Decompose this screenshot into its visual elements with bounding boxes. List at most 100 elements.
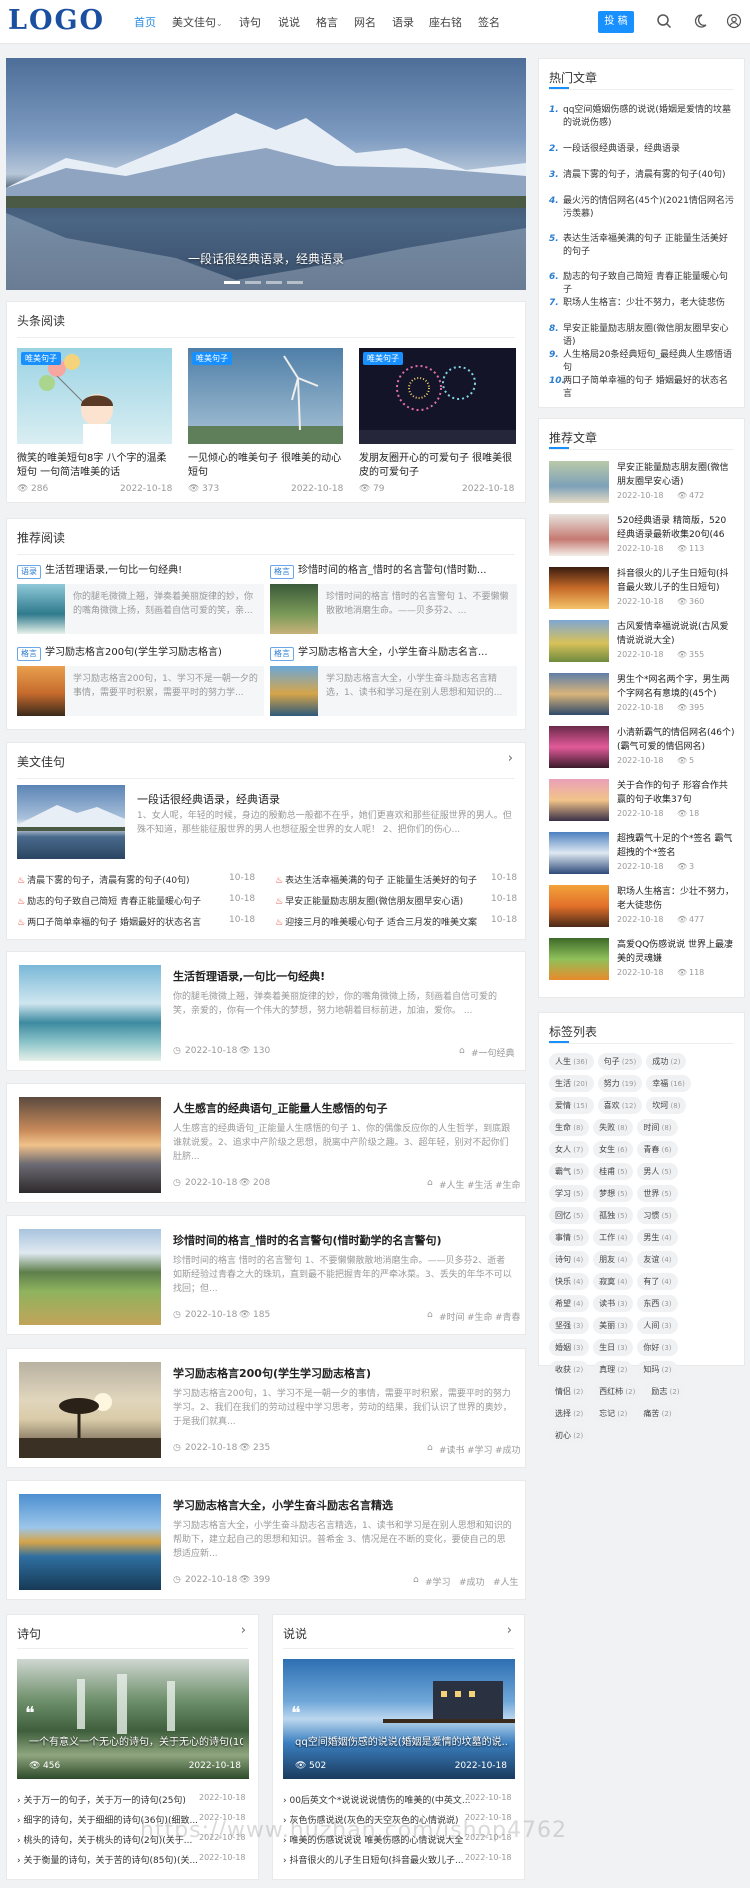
tag-pill[interactable]: 情侣 (2) (549, 1383, 590, 1400)
article-tag[interactable]: #人生 (493, 1575, 519, 1588)
tag-pill[interactable]: 努力 (19) (597, 1075, 643, 1092)
article-card[interactable]: 学习励志格言200句(学生学习励志格言) 学习励志格言200句，1、学习不是一朝… (6, 1348, 526, 1468)
recommended-read-item[interactable]: 语录 生活哲理语录,一句比一句经典! 你的腿毛微微上翘，弹奏着美丽旋律的妙，你的… (17, 564, 264, 640)
feature-title[interactable]: 一个有意义一个无心的诗句，关于无心的诗句(10... (29, 1733, 243, 1748)
hot-article-item[interactable]: 1. qq空间婚姻伤感的说说(婚姻是爱情的坟墓的说说伤感) (549, 104, 734, 132)
article-tag[interactable]: #生命 (467, 1310, 493, 1323)
nav-meiwen[interactable]: 美文佳句⌄ (172, 14, 223, 30)
article-tag[interactable]: #生活 (467, 1178, 493, 1191)
tag-pill[interactable]: 你好 (3) (637, 1339, 678, 1356)
article-thumb[interactable] (19, 1362, 161, 1458)
chevron-right-icon[interactable]: › (241, 1623, 246, 1638)
tag-pill[interactable]: 快乐 (4) (549, 1273, 590, 1290)
article-card[interactable]: 珍惜时间的格言_惜时的名言警句(惜时勤学的名言警句) 珍惜时间的格言 惜时的名言… (6, 1215, 526, 1335)
tag-pill[interactable]: 希望 (4) (549, 1295, 590, 1312)
tag-pill[interactable]: 工作 (4) (593, 1229, 634, 1246)
tag-pill[interactable]: 事情 (5) (549, 1229, 590, 1246)
nav-poetry[interactable]: 诗句 (239, 14, 261, 30)
list-item[interactable]: ♨ 表达生活幸福美满的句子 正能量生活美好的句子 (275, 873, 477, 886)
tag-pill[interactable]: 寂寞 (4) (593, 1273, 634, 1290)
hot-article-item[interactable]: 10. 两口子简单幸福的句子 婚姻最好的状态名言 (549, 375, 734, 399)
tag-pill[interactable]: 生命 (8) (549, 1119, 590, 1136)
carousel-dot[interactable] (266, 281, 282, 284)
tag-pill[interactable]: 桂甫 (5) (593, 1163, 634, 1180)
recommend-article-item[interactable]: 关于合作的句子 形容合作共赢的句子收集37句 2022-10-18 👁 18 (549, 779, 734, 821)
tag-pill[interactable]: 人间 (3) (637, 1317, 678, 1334)
category-badge[interactable]: 唯美句子 (363, 352, 403, 365)
article-card[interactable]: 学习励志格言大全，小学生奋斗励志名言精选 学习励志格言大全，小学生奋斗励志名言精… (6, 1480, 526, 1600)
poetry-feature-image[interactable]: ❝ 一个有意义一个无心的诗句，关于无心的诗句(10... 👁 456 2022-… (17, 1659, 249, 1779)
recommend-article-item[interactable]: 早安正能量励志朋友圈(微信朋友圈早安心语) 2022-10-18 👁 472 (549, 461, 734, 503)
nav-maxim[interactable]: 座右铭 (429, 14, 462, 30)
article-tag[interactable]: #成功 (495, 1443, 521, 1456)
recommended-read-item[interactable]: 格言 珍惜时间的格言_惜时的名言警句(惜时勤... 珍惜时间的格言 惜时的名言警… (270, 564, 517, 640)
recommend-article-item[interactable]: 抖音很火的儿子生日短句(抖音最火致儿子的生日短句) 2022-10-18 👁 3… (549, 567, 734, 609)
shuoshuo-feature-image[interactable]: ❝ qq空间婚姻伤感的说说(婚姻是爱情的坟墓的说... 👁 502 2022-1… (283, 1659, 515, 1779)
tag-pill[interactable]: 成功 (2) (646, 1053, 687, 1070)
hot-article-item[interactable]: 8. 早安正能量励志朋友圈(微信朋友圈早安心语) (549, 323, 734, 347)
chevron-right-icon[interactable]: › (507, 1623, 512, 1638)
recommend-article-item[interactable]: 古风爱情幸福说说说(古风爱情说说说大全) 2022-10-18 👁 355 (549, 620, 734, 662)
tag-pill[interactable]: 世界 (5) (637, 1185, 678, 1202)
recommend-article-item[interactable]: 520经典语录 精简版，520经典语录最新收集20句(46句) 2022-10-… (549, 514, 734, 556)
category-badge[interactable]: 唯美句子 (192, 352, 232, 365)
headline-item-title[interactable]: 发朋友圈开心的可爱句子 很唯美很皮的可爱句子 (359, 452, 516, 480)
tag-pill[interactable]: 学习 (5) (549, 1185, 590, 1202)
article-tag[interactable]: #学习 (425, 1575, 451, 1588)
list-item[interactable]: ♨ 早安正能量励志朋友圈(微信朋友圈早安心语) (275, 894, 463, 907)
tag-pill[interactable]: 选择 (2) (549, 1405, 590, 1422)
article-thumb[interactable] (19, 1097, 161, 1193)
list-item[interactable]: › 关于衡量的诗句，关于苦的诗句(85句)(关... (17, 1853, 198, 1866)
tag-pill[interactable]: 人生 (36) (549, 1053, 594, 1070)
recommend-article-item[interactable]: 职场人生格言：少壮不努力，老大徒悲伤 2022-10-18 👁 477 (549, 885, 734, 927)
article-tag[interactable]: #青春 (495, 1310, 521, 1323)
article-title[interactable]: 人生感言的经典语句_正能量人生感悟的句子 (173, 1100, 513, 1116)
tag-pill[interactable]: 生日 (3) (593, 1339, 634, 1356)
tag-pill[interactable]: 回忆 (5) (549, 1207, 590, 1224)
tag-pill[interactable]: 女人 (7) (549, 1141, 590, 1158)
tag-pill[interactable]: 青春 (6) (637, 1141, 678, 1158)
list-item[interactable]: › 关于万一的句子，关于万一的诗句(25句) (17, 1793, 186, 1806)
article-title[interactable]: 珍惜时间的格言_惜时的名言警句(惜时勤学的名言警句) (173, 1232, 513, 1248)
nav-shuoshuo[interactable]: 说说 (278, 14, 300, 30)
headline-thumb-1[interactable]: 唯美句子 (17, 348, 172, 444)
list-item[interactable]: ♨ 两口子简单幸福的句子 婚姻最好的状态名言 (17, 915, 201, 928)
tag-pill[interactable]: 诗句 (4) (549, 1251, 590, 1268)
item-title[interactable]: 学习励志格言200句(学生学习励志格言) (45, 646, 263, 660)
article-title[interactable]: 学习励志格言200句(学生学习励志格言) (173, 1365, 513, 1381)
nav-home[interactable]: 首页 (134, 14, 156, 30)
tag-pill[interactable]: 收获 (2) (549, 1361, 590, 1378)
nav-signature[interactable]: 签名 (478, 14, 500, 30)
tag-pill[interactable]: 爱情 (15) (549, 1097, 594, 1114)
tag-pill[interactable]: 霸气 (5) (549, 1163, 590, 1180)
nav-quotes[interactable]: 语录 (392, 14, 414, 30)
user-icon[interactable] (726, 13, 742, 29)
moon-icon[interactable] (692, 13, 708, 29)
article-title[interactable]: 生活哲理语录,一句比一句经典! (173, 968, 513, 984)
tag-label[interactable]: 格言 (17, 647, 41, 661)
recommend-article-item[interactable]: 高爱QQ伤感说说 世界上最凄美的灵魂嫌 2022-10-18 👁 118 (549, 938, 734, 980)
article-tag[interactable]: #成功 (459, 1575, 485, 1588)
tag-pill[interactable]: 忘记 (2) (593, 1405, 634, 1422)
headline-thumb-3[interactable]: 唯美句子 (359, 348, 516, 444)
tag-pill[interactable]: 美丽 (3) (593, 1317, 634, 1334)
tag-label[interactable]: 格言 (270, 647, 294, 661)
list-item[interactable]: › 00后英文个*说说说说情伤的唯美的(中英文... (283, 1793, 471, 1806)
article-thumb[interactable] (19, 965, 161, 1061)
item-title[interactable]: 生活哲理语录,一句比一句经典! (45, 564, 263, 578)
tag-pill[interactable]: 男生 (4) (637, 1229, 678, 1246)
feature-title[interactable]: 一段话很经典语录，经典语录 (137, 791, 517, 807)
recommend-article-item[interactable]: 男生个*网名两个字，男生两个字网名有意境的(45个) 2022-10-18 👁 … (549, 673, 734, 715)
list-item[interactable]: › 抖音很火的儿子生日短句(抖音最火致儿子... (283, 1853, 464, 1866)
tag-pill[interactable]: 有了 (4) (637, 1273, 678, 1290)
article-tag[interactable]: #时间 (439, 1310, 465, 1323)
tag-label[interactable]: 语录 (17, 565, 41, 579)
list-item[interactable]: ♨ 励志的句子致自己简短 青春正能量暖心句子 (17, 894, 201, 907)
tag-pill[interactable]: 生活 (20) (549, 1075, 594, 1092)
tag-pill[interactable]: 习惯 (5) (637, 1207, 678, 1224)
tag-pill[interactable]: 痛苦 (2) (637, 1405, 678, 1422)
item-title[interactable]: 学习励志格言大全，小学生奋斗励志名言... (298, 646, 516, 660)
headline-thumb-2[interactable]: 唯美句子 (188, 348, 343, 444)
feature-thumb[interactable] (17, 785, 125, 859)
tag-pill[interactable]: 男人 (5) (637, 1163, 678, 1180)
